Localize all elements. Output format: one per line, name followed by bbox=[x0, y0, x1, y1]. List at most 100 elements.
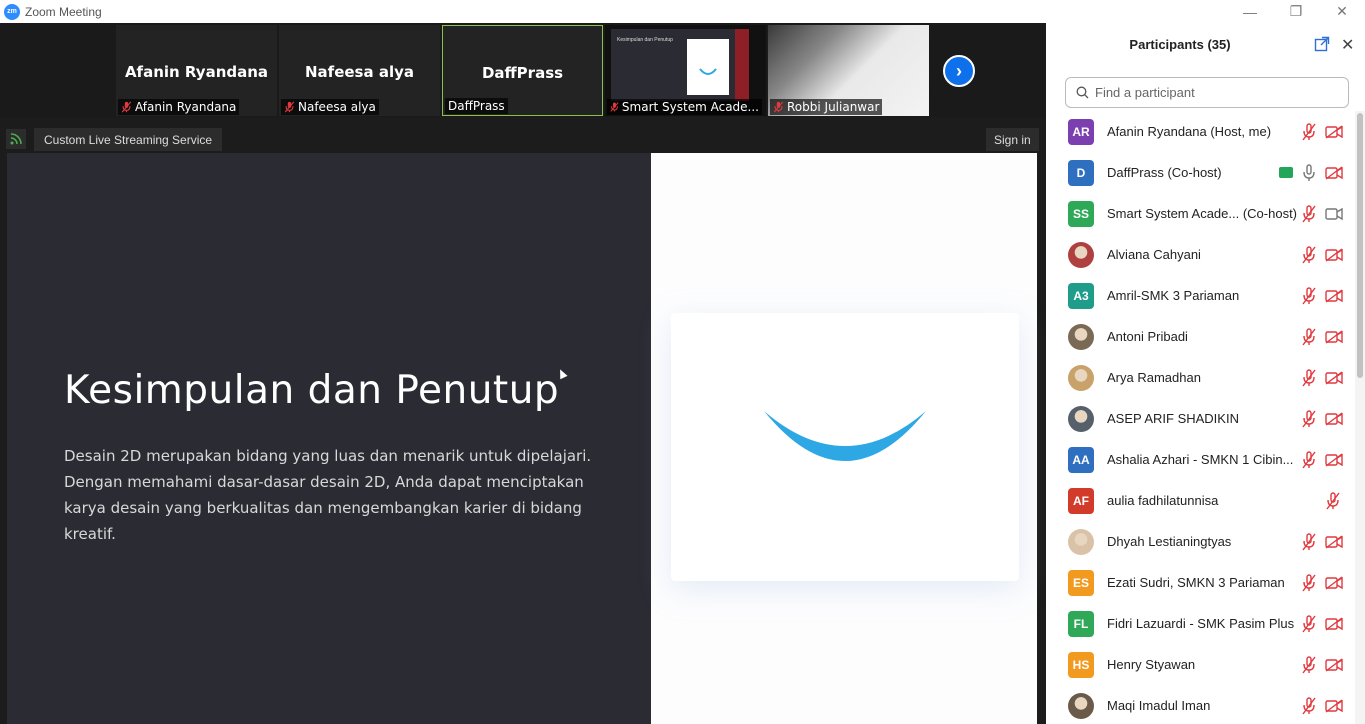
mic-off-icon[interactable] bbox=[1301, 327, 1317, 346]
participant-name: Fidri Lazuardi - SMK Pasim Plus bbox=[1107, 616, 1295, 631]
tile-label-text: DaffPrass bbox=[448, 99, 505, 113]
streaming-service-label[interactable]: Custom Live Streaming Service bbox=[34, 128, 223, 151]
avatar: D bbox=[1068, 159, 1094, 186]
mic-off-icon[interactable] bbox=[1301, 696, 1317, 715]
minimize-button[interactable]: — bbox=[1227, 0, 1273, 23]
slide-body-text: Desain 2D merupakan bidang yang luas dan… bbox=[64, 447, 592, 543]
tile-label: Smart System Acade... bbox=[607, 99, 762, 115]
participant-name: Dhyah Lestianingtyas bbox=[1107, 534, 1232, 549]
camera-off-icon[interactable] bbox=[1325, 534, 1343, 549]
camera-off-icon[interactable] bbox=[1325, 247, 1343, 262]
tile-label-text: Nafeesa alya bbox=[298, 100, 376, 114]
shared-slide: Kesimpulan dan Penutup Desain 2D merupak… bbox=[7, 153, 1037, 724]
participant-row[interactable]: AR Afanin Ryandana (Host, me) bbox=[1046, 111, 1355, 152]
camera-on-icon[interactable] bbox=[1325, 207, 1343, 221]
tile-label: Nafeesa alya bbox=[281, 99, 379, 115]
participant-row[interactable]: Maqi Imadul Iman bbox=[1046, 685, 1355, 724]
mic-off-icon[interactable] bbox=[1301, 573, 1317, 592]
avatar bbox=[1068, 241, 1094, 268]
participant-row[interactable]: Dhyah Lestianingtyas bbox=[1046, 521, 1355, 562]
restore-button[interactable]: ❐ bbox=[1273, 0, 1319, 23]
participant-name: Maqi Imadul Iman bbox=[1107, 698, 1211, 713]
participant-name: DaffPrass (Co-host) bbox=[1107, 165, 1222, 180]
participant-search[interactable] bbox=[1065, 77, 1349, 108]
meeting-area: Afanin Ryandana Afanin Ryandana Nafeesa … bbox=[0, 23, 1046, 724]
mic-off-icon[interactable] bbox=[1301, 204, 1317, 223]
participant-name: Henry Styawan bbox=[1107, 657, 1196, 672]
avatar: ES bbox=[1068, 569, 1094, 596]
tile-label: Robbi Julianwar bbox=[770, 99, 883, 115]
camera-off-icon[interactable] bbox=[1325, 124, 1343, 139]
video-tile-active-speaker[interactable]: DaffPrass DaffPrass bbox=[442, 25, 603, 116]
participant-row[interactable]: Arya Ramadhan bbox=[1046, 357, 1355, 398]
participant-row[interactable]: A3 Amril-SMK 3 Pariaman bbox=[1046, 275, 1355, 316]
slide-title: Kesimpulan dan Penutup bbox=[64, 368, 560, 413]
mic-off-icon bbox=[284, 101, 295, 113]
participant-name: Amril-SMK 3 Pariaman bbox=[1107, 288, 1240, 303]
sign-in-button[interactable]: Sign in bbox=[986, 128, 1039, 151]
video-tile-screen[interactable]: Kesimpulan dan Penutup Smart System Acad… bbox=[605, 25, 766, 116]
avatar: HS bbox=[1068, 651, 1094, 678]
video-tile-camera[interactable]: Robbi Julianwar bbox=[768, 25, 929, 116]
participant-row[interactable]: SS Smart System Acade... (Co-host) bbox=[1046, 193, 1355, 234]
participant-name: Afanin Ryandana (Host, me) bbox=[1107, 124, 1272, 139]
participant-row[interactable]: ASEP ARIF SHADIKIN bbox=[1046, 398, 1355, 439]
participant-row[interactable]: HS Henry Styawan bbox=[1046, 644, 1355, 685]
camera-off-icon[interactable] bbox=[1325, 616, 1343, 631]
participant-row[interactable]: AA Ashalia Azhari - SMKN 1 Cibin... bbox=[1046, 439, 1355, 480]
search-input[interactable] bbox=[1095, 85, 1335, 100]
participant-row[interactable]: AF aulia fadhilatunnisa bbox=[1046, 480, 1355, 521]
slide-card bbox=[671, 313, 1019, 581]
mic-off-icon[interactable] bbox=[1301, 286, 1317, 305]
window-controls: — ❐ ✕ bbox=[1227, 0, 1365, 23]
mic-off-icon[interactable] bbox=[1301, 532, 1317, 551]
participant-scrollbar[interactable] bbox=[1355, 111, 1365, 724]
avatar: FL bbox=[1068, 610, 1094, 637]
chevron-right-icon: › bbox=[956, 60, 962, 81]
participant-name: Alviana Cahyani bbox=[1107, 247, 1201, 262]
screen-share-icon bbox=[1279, 167, 1293, 178]
mic-off-icon[interactable] bbox=[1301, 655, 1317, 674]
thumbnail-slide-title: Kesimpulan dan Penutup bbox=[617, 37, 673, 43]
participant-row[interactable]: ES Ezati Sudri, SMKN 3 Pariaman bbox=[1046, 562, 1355, 603]
camera-off-icon[interactable] bbox=[1325, 288, 1343, 303]
close-button[interactable]: ✕ bbox=[1319, 0, 1365, 23]
mic-off-icon[interactable] bbox=[1301, 409, 1317, 428]
camera-off-icon[interactable] bbox=[1325, 165, 1343, 180]
mic-off-icon[interactable] bbox=[1325, 491, 1341, 510]
next-page-button[interactable]: › bbox=[943, 55, 975, 87]
participant-row[interactable]: D DaffPrass (Co-host) bbox=[1046, 152, 1355, 193]
camera-off-icon[interactable] bbox=[1325, 411, 1343, 426]
camera-off-icon[interactable] bbox=[1325, 575, 1343, 590]
rss-icon[interactable] bbox=[6, 129, 26, 149]
thumbnail-smile-graphic bbox=[699, 68, 717, 75]
video-tile[interactable]: Nafeesa alya Nafeesa alya bbox=[279, 25, 440, 116]
thumbnail-slide-card bbox=[687, 39, 729, 95]
slide-image-panel bbox=[651, 153, 1037, 724]
mic-off-icon[interactable] bbox=[1301, 245, 1317, 264]
video-tile[interactable]: Afanin Ryandana Afanin Ryandana bbox=[116, 25, 277, 116]
zoom-logo-icon: zm bbox=[4, 3, 20, 20]
mic-off-icon bbox=[773, 101, 784, 113]
mic-on-icon[interactable] bbox=[1301, 163, 1317, 182]
camera-off-icon[interactable] bbox=[1325, 329, 1343, 344]
camera-off-icon[interactable] bbox=[1325, 452, 1343, 467]
participant-row[interactable]: Antoni Pribadi bbox=[1046, 316, 1355, 357]
streaming-bar: Custom Live Streaming Service Sign in bbox=[0, 127, 1046, 151]
camera-off-icon[interactable] bbox=[1325, 370, 1343, 385]
mic-off-icon[interactable] bbox=[1301, 368, 1317, 387]
mic-off-icon[interactable] bbox=[1301, 122, 1317, 141]
participant-row[interactable]: Alviana Cahyani bbox=[1046, 234, 1355, 275]
pop-out-icon[interactable] bbox=[1314, 36, 1330, 52]
avatar: A3 bbox=[1068, 282, 1094, 309]
participant-row[interactable]: FL Fidri Lazuardi - SMK Pasim Plus bbox=[1046, 603, 1355, 644]
tile-label-text: Robbi Julianwar bbox=[787, 100, 880, 114]
mic-off-icon[interactable] bbox=[1301, 614, 1317, 633]
title-bar: zm Zoom Meeting — ❐ ✕ bbox=[0, 0, 1365, 23]
scroll-thumb[interactable] bbox=[1357, 113, 1363, 378]
mic-off-icon[interactable] bbox=[1301, 450, 1317, 469]
camera-off-icon[interactable] bbox=[1325, 657, 1343, 672]
video-strip: Afanin Ryandana Afanin Ryandana Nafeesa … bbox=[0, 23, 1046, 117]
close-panel-icon[interactable]: ✕ bbox=[1341, 35, 1354, 55]
camera-off-icon[interactable] bbox=[1325, 698, 1343, 713]
